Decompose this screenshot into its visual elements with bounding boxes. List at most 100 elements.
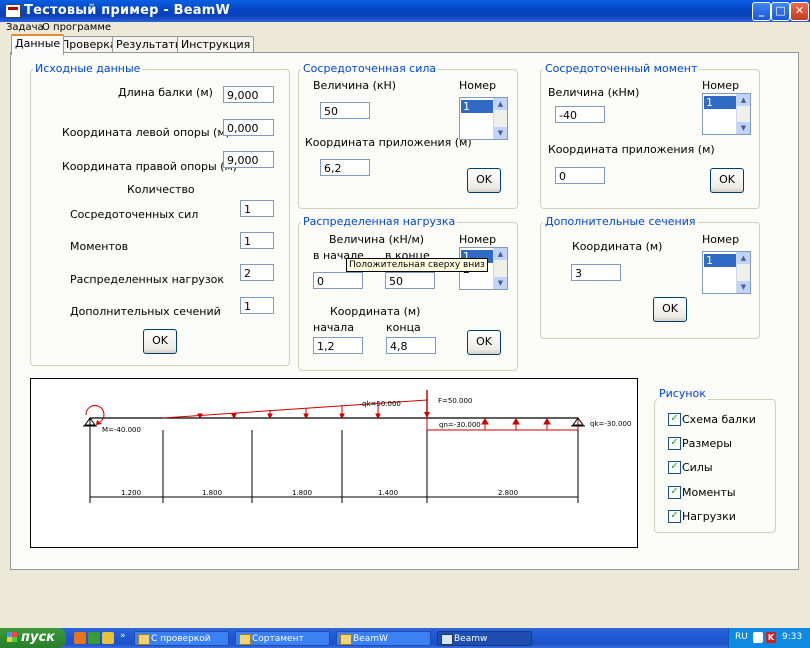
close-button[interactable]: ✕	[790, 2, 809, 21]
force-coord-input[interactable]: 6,2	[320, 159, 370, 176]
scroll-down-icon[interactable]: ▼	[737, 122, 750, 134]
window-title: Тестовый пример - BeamW	[24, 3, 231, 18]
scroll-down-icon[interactable]: ▼	[494, 127, 507, 139]
dist-cend-label: конца	[386, 321, 421, 334]
dim-label: 2.800	[498, 489, 518, 497]
moment-number-label: Номер	[702, 79, 740, 92]
beam-length-input[interactable]: 9,000	[223, 86, 274, 103]
force-ok-button[interactable]: OK	[467, 168, 501, 193]
dist-coord-label: Координата (м)	[330, 305, 421, 318]
moment-coord-input[interactable]: 0	[555, 167, 605, 184]
taskbar-item-label: BeamW	[353, 634, 388, 644]
dim-label: 1.200	[121, 489, 141, 497]
tooltip: Положительная сверху вниз	[346, 258, 488, 272]
maximize-button[interactable]: □	[771, 2, 790, 21]
quicklaunch-icon[interactable]	[88, 632, 100, 644]
force-value-input[interactable]: 50	[320, 102, 370, 119]
scroll-up-icon[interactable]: ▲	[737, 94, 750, 106]
loads-count-label: Распределенных нагрузок	[70, 273, 225, 286]
moment-number-list[interactable]: 1 ▲ ▼	[702, 93, 751, 135]
checkbox-beam-label[interactable]: Схема балки	[682, 413, 756, 426]
checkbox-forces[interactable]: ✓	[668, 461, 681, 474]
taskbar-item[interactable]: С проверкой	[134, 631, 229, 646]
checkbox-forces-label[interactable]: Силы	[682, 461, 713, 474]
kaspersky-icon[interactable]: K	[766, 632, 776, 643]
dist-ok-button[interactable]: OK	[467, 330, 501, 355]
count-label: Количество	[127, 183, 195, 196]
moment-value-input[interactable]: -40	[555, 106, 605, 123]
quicklaunch-icon[interactable]	[102, 632, 114, 644]
dist-start-input[interactable]: 0	[313, 272, 363, 289]
taskbar-item-label: Beamw	[454, 634, 488, 644]
menu-about[interactable]: О программе	[42, 22, 111, 33]
checkbox-moments[interactable]: ✓	[668, 486, 681, 499]
start-label: пуск	[21, 630, 55, 645]
language-indicator[interactable]: RU	[735, 632, 748, 642]
firefox-icon[interactable]	[74, 632, 86, 644]
scroll-down-icon[interactable]: ▼	[737, 281, 750, 293]
scrollbar[interactable]: ▲ ▼	[736, 252, 750, 293]
folder-icon	[340, 634, 352, 645]
dist-cstart-label: начала	[313, 321, 354, 334]
scrollbar[interactable]: ▲ ▼	[736, 94, 750, 134]
right-support-label: Координата правой опоры (м)	[62, 160, 238, 173]
qn2-label: qn=-30.000	[439, 421, 481, 429]
chevron-right-icon[interactable]: »	[120, 631, 126, 641]
taskbar-item-label: Сортамент	[252, 634, 304, 644]
dim-label: 1.800	[202, 489, 222, 497]
force-label: F=50.000	[438, 397, 472, 405]
start-button[interactable]: пуск	[0, 628, 66, 648]
qk2-label: qk=-30.000	[590, 420, 631, 428]
moment-title: Сосредоточенный момент	[543, 62, 700, 75]
checkbox-loads-label[interactable]: Нагрузки	[682, 510, 736, 523]
folder-icon	[138, 634, 150, 645]
sections-count-input[interactable]: 1	[240, 297, 274, 314]
checkbox-dimensions[interactable]: ✓	[668, 437, 681, 450]
moment-value-label: Величина (кНм)	[548, 86, 640, 99]
app-icon[interactable]	[5, 4, 21, 18]
clock: 9:33	[782, 632, 803, 642]
sections-coord-input[interactable]: 3	[571, 264, 621, 281]
scroll-up-icon[interactable]: ▲	[494, 98, 507, 110]
forces-count-input[interactable]: 1	[240, 200, 274, 217]
taskbar-item[interactable]: BeamW	[336, 631, 431, 646]
force-coord-label: Координата приложения (м)	[305, 136, 472, 149]
right-support-input[interactable]: 9,000	[223, 151, 274, 168]
taskbar-item[interactable]: Beamw	[437, 631, 532, 646]
scroll-up-icon[interactable]: ▲	[737, 252, 750, 264]
force-number-list[interactable]: 1 ▲ ▼	[459, 97, 508, 140]
checkbox-dimensions-label[interactable]: Размеры	[682, 437, 732, 450]
force-number-label: Номер	[459, 79, 497, 92]
left-support-input[interactable]: 0,000	[223, 119, 274, 136]
app-window-icon	[441, 634, 453, 645]
moment-coord-label: Координата приложения (м)	[548, 143, 715, 156]
taskbar-item[interactable]: Сортамент	[235, 631, 330, 646]
dist-end-input[interactable]: 50	[385, 272, 435, 289]
dist-cend-input[interactable]: 4,8	[386, 337, 436, 354]
scrollbar[interactable]: ▲ ▼	[493, 98, 507, 139]
checkbox-moments-label[interactable]: Моменты	[682, 486, 736, 499]
dist-cstart-input[interactable]: 1,2	[313, 337, 363, 354]
dist-number-label: Номер	[459, 233, 497, 246]
tray-icon[interactable]	[753, 632, 763, 643]
tab-data[interactable]: Данные	[11, 34, 65, 55]
scroll-down-icon[interactable]: ▼	[494, 277, 507, 289]
sections-ok-button[interactable]: OK	[653, 297, 687, 322]
tab-instructions[interactable]: Инструкция	[177, 36, 255, 53]
dim-label: 1.400	[378, 489, 398, 497]
moment-ok-button[interactable]: OK	[710, 168, 744, 193]
dim-label: 1.800	[292, 489, 312, 497]
menu-task[interactable]: Задача	[6, 22, 44, 33]
picture-title: Рисунок	[657, 387, 708, 400]
menu-bar	[0, 22, 810, 36]
scroll-up-icon[interactable]: ▲	[494, 248, 507, 260]
minimize-button[interactable]: _	[752, 2, 771, 21]
scrollbar[interactable]: ▲ ▼	[493, 248, 507, 289]
taskbar-item-label: С проверкой	[151, 634, 211, 644]
moments-count-input[interactable]: 1	[240, 232, 274, 249]
sections-number-list[interactable]: 1 ▲ ▼	[702, 251, 751, 294]
checkbox-loads[interactable]: ✓	[668, 510, 681, 523]
checkbox-beam[interactable]: ✓	[668, 413, 681, 426]
loads-count-input[interactable]: 2	[240, 264, 274, 281]
initial-ok-button[interactable]: OK	[143, 329, 177, 354]
